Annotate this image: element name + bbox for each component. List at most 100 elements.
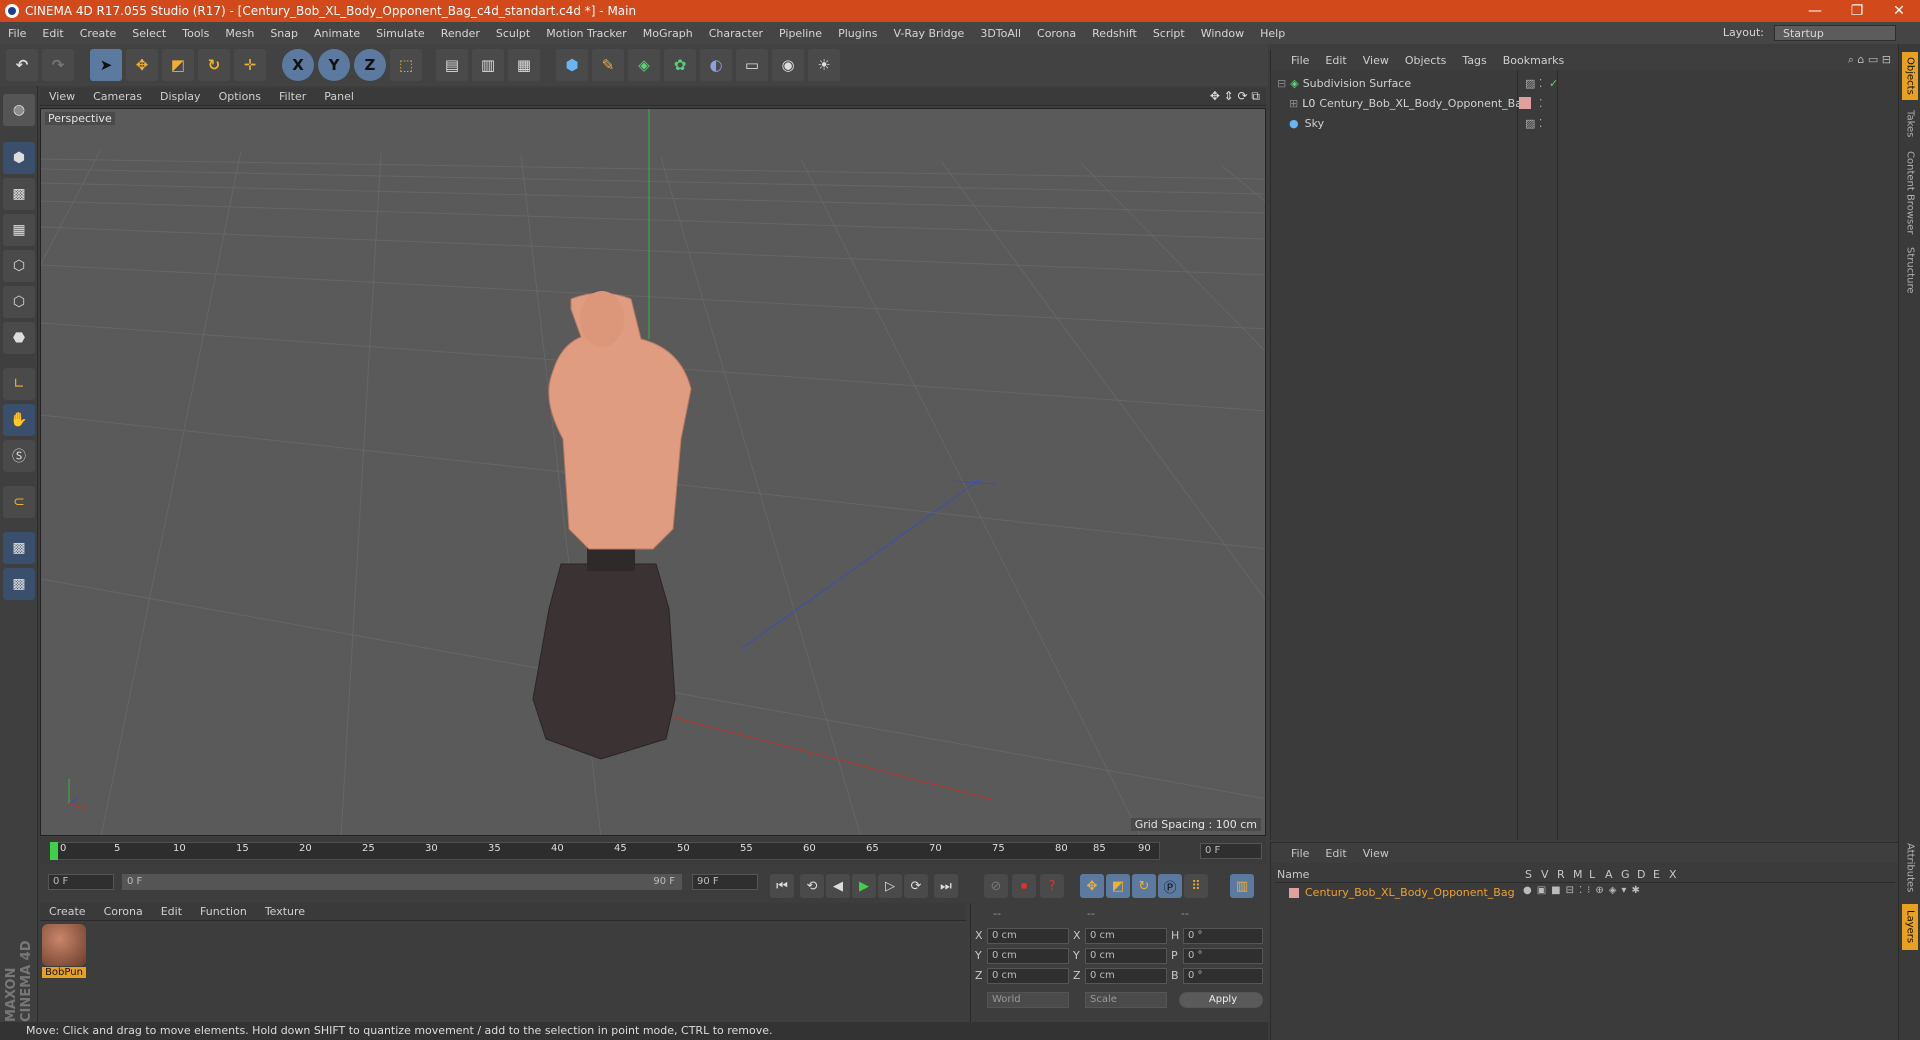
record-icon[interactable]: ⏺ [1012, 874, 1036, 898]
key-position-icon[interactable]: ✥ [1080, 874, 1104, 898]
bag-model[interactable] [532, 291, 692, 760]
model-mode-icon[interactable]: ⬢ [3, 142, 35, 174]
menu-snap[interactable]: Snap [262, 27, 306, 40]
timeline-ruler[interactable]: 0 5 10 15 20 25 30 35 40 45 50 55 60 65 … [40, 838, 1266, 864]
locked-workplane-icon[interactable]: ▩ [3, 568, 35, 600]
size-x-field[interactable]: 0 cm [1085, 928, 1167, 944]
menu-help[interactable]: Help [1252, 27, 1293, 40]
material-menu-function[interactable]: Function [191, 905, 256, 918]
tab-structure[interactable]: Structure [1902, 242, 1918, 298]
cloner-icon[interactable]: ✿ [664, 49, 696, 81]
magnet-icon[interactable]: ⊂ [3, 486, 35, 518]
layer-name[interactable]: Century_Bob_XL_Body_Opponent_Bag [1305, 886, 1515, 899]
edges-mode-icon[interactable]: ⬡ [3, 286, 35, 318]
y-axis-toggle[interactable]: Y [318, 49, 350, 81]
workplane-lock-icon[interactable]: ▩ [3, 532, 35, 564]
menu-plugins[interactable]: Plugins [830, 27, 885, 40]
menu-character[interactable]: Character [701, 27, 771, 40]
viewport-menu-panel[interactable]: Panel [315, 90, 363, 103]
coord-mode-select[interactable]: World [987, 992, 1069, 1008]
rotate-icon[interactable]: ↻ [198, 49, 230, 81]
menu-redshift[interactable]: Redshift [1084, 27, 1145, 40]
render-settings-icon[interactable]: ▦ [508, 49, 540, 81]
menu-select[interactable]: Select [124, 27, 174, 40]
menu-tools[interactable]: Tools [174, 27, 217, 40]
step-forward-icon[interactable]: ▷ [878, 874, 902, 898]
minimize-button[interactable]: — [1794, 0, 1836, 22]
render-picture-viewer-icon[interactable]: ▥ [472, 49, 504, 81]
object-search-icon[interactable]: ⌕ ⌂ ▭ ⊟ [1848, 53, 1891, 67]
close-button[interactable]: ✕ [1878, 0, 1920, 22]
menu-render[interactable]: Render [433, 27, 488, 40]
end-frame-field[interactable]: 90 F [692, 874, 758, 890]
key-parameter-icon[interactable]: Ⓟ [1158, 874, 1182, 898]
redo-icon[interactable]: ↷ [42, 49, 74, 81]
position-z-field[interactable]: 0 cm [987, 968, 1069, 984]
object-menu-file[interactable]: File [1271, 54, 1317, 67]
object-menu-view[interactable]: View [1355, 54, 1397, 67]
material-menu-corona[interactable]: Corona [95, 905, 152, 918]
menu-simulate[interactable]: Simulate [368, 27, 433, 40]
layer-menu-edit[interactable]: Edit [1317, 847, 1354, 860]
position-y-field[interactable]: 0 cm [987, 948, 1069, 964]
floor-icon[interactable]: ▭ [736, 49, 768, 81]
menu-corona[interactable]: Corona [1029, 27, 1084, 40]
loop-icon[interactable]: ⟲ [800, 874, 824, 898]
viewport-menu-display[interactable]: Display [151, 90, 210, 103]
make-editable-icon[interactable]: ◍ [3, 94, 35, 126]
apply-button[interactable]: Apply [1179, 992, 1263, 1008]
object-row-bag[interactable]: ⊞ L0 Century_Bob_XL_Body_Opponent_Bag ⁚ [1289, 94, 1893, 112]
scale-icon[interactable]: ◩ [162, 49, 194, 81]
texture-mode-icon[interactable]: ▩ [3, 178, 35, 210]
menu-edit[interactable]: Edit [34, 27, 71, 40]
menu-mograph[interactable]: MoGraph [635, 27, 701, 40]
layer-color-swatch[interactable] [1289, 888, 1299, 898]
collapse-icon[interactable]: ⊟ [1277, 77, 1286, 90]
z-axis-toggle[interactable]: Z [354, 49, 386, 81]
object-menu-edit[interactable]: Edit [1317, 54, 1354, 67]
tweak-mode-icon[interactable]: ✋ [3, 404, 35, 436]
viewport-menu-filter[interactable]: Filter [270, 90, 315, 103]
key-rotation-icon[interactable]: ↻ [1132, 874, 1156, 898]
menu-mesh[interactable]: Mesh [217, 27, 262, 40]
undo-icon[interactable]: ↶ [6, 49, 38, 81]
subdivision-surface-icon[interactable]: ◈ [628, 49, 660, 81]
material-menu-create[interactable]: Create [40, 905, 95, 918]
layout-select[interactable]: Startup [1774, 25, 1896, 41]
key-point-level-icon[interactable]: ⠿ [1184, 874, 1208, 898]
object-row-sky[interactable]: ● Sky ▨ ⁚ [1277, 114, 1893, 132]
menu-create[interactable]: Create [72, 27, 125, 40]
visibility-dots-icon[interactable]: ▨ ⁚ [1525, 117, 1542, 130]
material-swatch[interactable]: BobPun [42, 924, 86, 984]
position-x-field[interactable]: 0 cm [987, 928, 1069, 944]
size-mode-select[interactable]: Scale [1085, 992, 1167, 1008]
perspective-viewport[interactable]: Perspective Grid Spacing : 100 cm [40, 108, 1266, 836]
menu-window[interactable]: Window [1193, 27, 1252, 40]
camera-icon[interactable]: ◉ [772, 49, 804, 81]
menu-file[interactable]: File [0, 27, 34, 40]
tab-layers[interactable]: Layers [1902, 904, 1918, 950]
cube-icon[interactable]: ⬢ [556, 49, 588, 81]
tab-objects[interactable]: Objects [1902, 52, 1918, 100]
expand-icon[interactable]: ⊞ [1289, 97, 1298, 110]
menu-3dtoall[interactable]: 3DToAll [972, 27, 1029, 40]
object-menu-objects[interactable]: Objects [1397, 54, 1455, 67]
current-frame-field[interactable]: 0 F [1200, 843, 1262, 859]
autokey-icon[interactable]: ? [1040, 874, 1064, 898]
size-z-field[interactable]: 0 cm [1085, 968, 1167, 984]
material-menu-texture[interactable]: Texture [256, 905, 314, 918]
rotation-p-field[interactable]: 0 ° [1183, 948, 1263, 964]
restore-button[interactable]: ❐ [1836, 0, 1878, 22]
move-icon[interactable]: ✥ [126, 49, 158, 81]
key-scale-icon[interactable]: ◩ [1106, 874, 1130, 898]
tab-takes[interactable]: Takes [1902, 104, 1918, 144]
tab-attributes[interactable]: Attributes [1902, 838, 1918, 898]
material-menu-edit[interactable]: Edit [152, 905, 191, 918]
go-to-end-icon[interactable]: ⏭ [934, 874, 958, 898]
timeline-playhead[interactable] [50, 842, 58, 860]
viewport-nav-icons[interactable]: ✥ ⇕ ⟳ ⧉ [1210, 89, 1260, 104]
frame-range-slider[interactable]: 0 F 90 F [122, 874, 682, 890]
coordinate-system-icon[interactable]: ⬚ [390, 49, 422, 81]
menu-script[interactable]: Script [1145, 27, 1193, 40]
layer-menu-view[interactable]: View [1355, 847, 1397, 860]
